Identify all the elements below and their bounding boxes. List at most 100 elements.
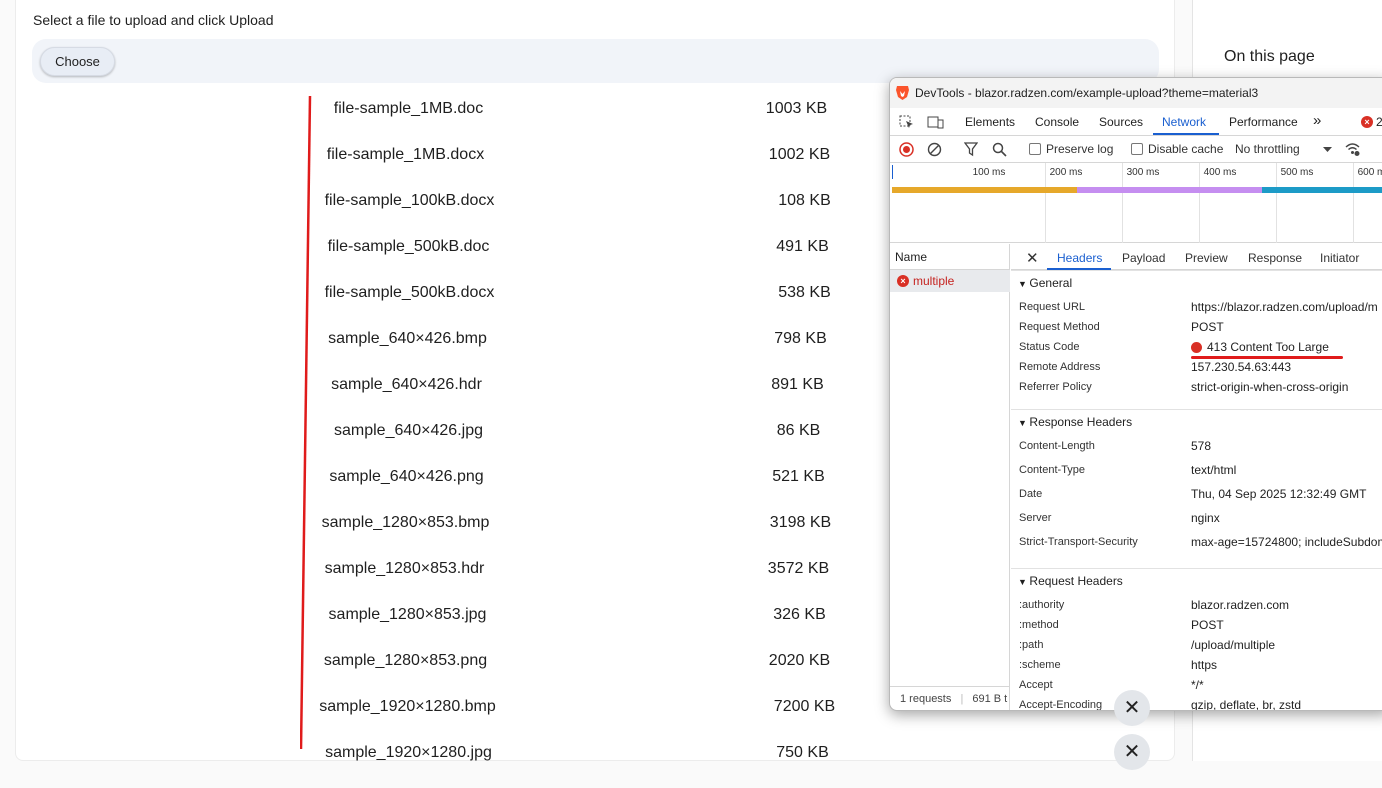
disable-cache-checkbox[interactable] xyxy=(1131,143,1143,155)
devtools-tab-bar: Elements Console Sources Network Perform… xyxy=(890,108,1382,136)
header-value: 413 Content Too Large xyxy=(1207,340,1329,354)
file-size: 798 KB xyxy=(774,330,827,347)
clear-icon[interactable] xyxy=(927,142,942,157)
header-key: Content-Type xyxy=(1019,464,1086,476)
file-size: 108 KB xyxy=(778,192,831,209)
file-size: 3198 KB xyxy=(769,514,832,531)
file-name: sample_640×426.hdr xyxy=(331,376,482,393)
network-conditions-icon[interactable] xyxy=(1344,141,1361,157)
collapse-triangle-icon: ▼ xyxy=(1018,279,1030,289)
tab-elements[interactable]: Elements xyxy=(965,115,1015,129)
file-name: sample_1280×853.hdr xyxy=(324,560,485,577)
tab-headers[interactable]: Headers xyxy=(1057,251,1102,265)
active-tab-indicator xyxy=(1153,133,1219,135)
header-key: :path xyxy=(1019,639,1044,651)
header-value: blazor.radzen.com xyxy=(1191,598,1290,612)
remove-file-button[interactable]: ✕ xyxy=(1114,690,1150,726)
header-value: https://blazor.radzen.com/upload/m xyxy=(1191,300,1378,314)
brave-logo-icon xyxy=(896,86,909,100)
header-key: Referrer Policy xyxy=(1019,381,1092,393)
header-key: Content-Length xyxy=(1019,440,1095,452)
more-tabs-icon[interactable]: » xyxy=(1313,112,1321,129)
tab-console[interactable]: Console xyxy=(1035,115,1079,129)
filter-icon[interactable] xyxy=(964,142,978,157)
request-name-pane: Name × multiple 1 requests | 691 B t xyxy=(890,244,1010,710)
record-icon[interactable] xyxy=(899,142,914,157)
header-value: */* xyxy=(1191,678,1204,692)
file-row: sample_640×426.hdr 891 KB xyxy=(300,374,860,420)
transferred-size: 691 B t xyxy=(972,693,1008,705)
device-toolbar-icon[interactable] xyxy=(927,115,944,129)
collapse-triangle-icon: ▼ xyxy=(1018,577,1030,587)
header-key: :method xyxy=(1019,619,1059,631)
network-toolbar: Preserve log Disable cache No throttling xyxy=(890,136,1382,163)
file-row: sample_1280×853.png 2020 KB xyxy=(300,650,860,696)
file-name: file-sample_1MB.docx xyxy=(326,146,485,163)
annotation-line xyxy=(300,96,312,749)
tab-preview[interactable]: Preview xyxy=(1185,251,1228,265)
file-row: sample_1280×853.bmp 3198 KB xyxy=(300,512,860,558)
network-status-bar: 1 requests | 691 B t xyxy=(890,686,1010,710)
disable-cache-label: Disable cache xyxy=(1148,142,1224,156)
file-row: sample_1280×853.hdr 3572 KB xyxy=(300,558,860,604)
tab-response[interactable]: Response xyxy=(1248,251,1302,265)
tab-performance[interactable]: Performance xyxy=(1229,115,1298,129)
file-size: 3572 KB xyxy=(767,560,830,577)
close-icon[interactable]: ✕ xyxy=(1026,249,1039,267)
header-value: Thu, 04 Sep 2025 12:32:49 GMT xyxy=(1191,487,1367,501)
tab-sources[interactable]: Sources xyxy=(1099,115,1143,129)
tab-network[interactable]: Network xyxy=(1162,115,1206,129)
header-value: POST xyxy=(1191,618,1224,632)
tab-initiator[interactable]: Initiator xyxy=(1320,251,1359,265)
request-detail-pane: ✕ Headers Payload Preview Response Initi… xyxy=(1011,244,1382,711)
file-size: 1003 KB xyxy=(765,100,828,117)
remove-file-button[interactable]: ✕ xyxy=(1114,734,1150,770)
file-size: 1002 KB xyxy=(768,146,831,163)
header-value: 157.230.54.63:443 xyxy=(1191,360,1292,374)
network-timeline: 100 ms200 ms300 ms400 ms500 ms600 ms xyxy=(890,163,1382,243)
choose-button[interactable]: Choose xyxy=(40,47,115,76)
section-header-general[interactable]: ▼ General xyxy=(1011,270,1382,294)
file-size: 326 KB xyxy=(773,606,826,623)
file-row: file-sample_100kB.docx 108 KB xyxy=(300,190,860,236)
header-key: :scheme xyxy=(1019,659,1061,671)
section-title: Response Headers xyxy=(1029,415,1133,429)
header-key: Accept-Encoding xyxy=(1019,699,1103,711)
page: Select a file to upload and click Upload… xyxy=(0,0,1382,770)
file-size: 491 KB xyxy=(776,238,829,255)
preserve-log-checkbox[interactable] xyxy=(1029,143,1041,155)
section-title: General xyxy=(1029,276,1073,290)
header-value: /upload/multiple xyxy=(1191,638,1276,652)
file-row: file-sample_500kB.doc 491 KB xyxy=(300,236,860,282)
file-row: file-sample_1MB.docx 1002 KB xyxy=(300,144,860,190)
status-annotation-underline xyxy=(1191,356,1343,359)
error-count-icon[interactable]: × xyxy=(1361,116,1373,128)
inspect-element-icon[interactable] xyxy=(899,115,914,129)
file-name: sample_640×426.png xyxy=(329,468,484,485)
tab-payload[interactable]: Payload xyxy=(1122,251,1165,265)
header-key: Accept xyxy=(1019,679,1053,691)
file-name: sample_640×426.jpg xyxy=(333,422,483,439)
file-row: sample_640×426.png 521 KB xyxy=(300,466,860,512)
file-name: file-sample_1MB.doc xyxy=(333,100,484,117)
header-value: gzip, deflate, br, zstd xyxy=(1191,698,1302,711)
error-count: 2 xyxy=(1376,115,1382,129)
chevron-down-icon[interactable] xyxy=(1323,147,1332,153)
header-key: :authority xyxy=(1019,599,1065,611)
throttling-select[interactable]: No throttling xyxy=(1235,142,1300,156)
file-name: sample_640×426.bmp xyxy=(328,330,487,347)
preserve-log-label: Preserve log xyxy=(1046,142,1114,156)
header-key: Date xyxy=(1019,488,1043,500)
header-key: Status Code xyxy=(1019,341,1080,353)
section-header-response-headers[interactable]: ▼ Response Headers xyxy=(1011,409,1382,433)
file-row: file-sample_500kB.docx 538 KB xyxy=(300,282,860,328)
request-row[interactable]: × multiple xyxy=(890,270,1010,292)
file-name: file-sample_500kB.doc xyxy=(327,238,490,255)
file-name: file-sample_100kB.docx xyxy=(324,192,495,209)
upload-instructions: Select a file to upload and click Upload xyxy=(33,12,274,28)
search-icon[interactable] xyxy=(992,142,1007,157)
file-size: 891 KB xyxy=(771,376,824,393)
header-key: Request URL xyxy=(1019,301,1086,313)
section-header-request-headers[interactable]: ▼ Request Headers xyxy=(1011,568,1382,592)
file-size: 538 KB xyxy=(778,284,831,301)
